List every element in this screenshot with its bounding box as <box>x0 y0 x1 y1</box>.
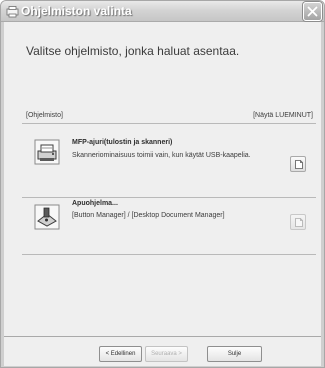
readme-document-icon <box>295 218 303 227</box>
divider <box>22 254 316 255</box>
dialog-body: Valitse ohjelmisto, jonka haluat asentaa… <box>4 22 321 366</box>
printer-scanner-icon[interactable] <box>34 139 60 165</box>
instruction-text: Valitse ohjelmisto, jonka haluat asentaa… <box>26 44 240 58</box>
next-button[interactable]: Seuraava > <box>145 346 188 362</box>
back-button[interactable]: < Edellinen <box>99 346 142 362</box>
divider <box>22 197 316 198</box>
close-button[interactable]: Sulje <box>207 346 262 362</box>
app-icon <box>6 6 19 18</box>
title-bar[interactable]: Ohjelmiston valinta <box>1 1 324 22</box>
close-icon <box>307 6 318 17</box>
readme-document-icon <box>295 160 303 169</box>
item-title-mfp-driver[interactable]: MFP-ajuri(tulostin ja skanneri) <box>72 139 172 146</box>
readme-button-utility[interactable] <box>290 214 306 230</box>
divider <box>22 123 316 124</box>
item-description-utility: [Button Manager] / [Desktop Document Man… <box>72 212 225 219</box>
software-column-header: [Ohjelmisto] <box>26 112 63 119</box>
window-close-button[interactable] <box>303 2 322 21</box>
item-description-mfp-driver: Skanneriominaisuus toimii vain, kun käyt… <box>72 152 251 159</box>
installer-window: Ohjelmiston valinta Valitse ohjelmisto, … <box>0 0 325 368</box>
readme-column-header: [Näytä LUEMINUT] <box>253 112 313 119</box>
item-title-utility[interactable]: Apuohjelma... <box>72 200 118 207</box>
utility-tool-icon[interactable] <box>34 204 60 230</box>
footer-divider <box>4 336 321 337</box>
window-title: Ohjelmiston valinta <box>21 4 132 18</box>
readme-button-mfp-driver[interactable] <box>290 156 306 172</box>
